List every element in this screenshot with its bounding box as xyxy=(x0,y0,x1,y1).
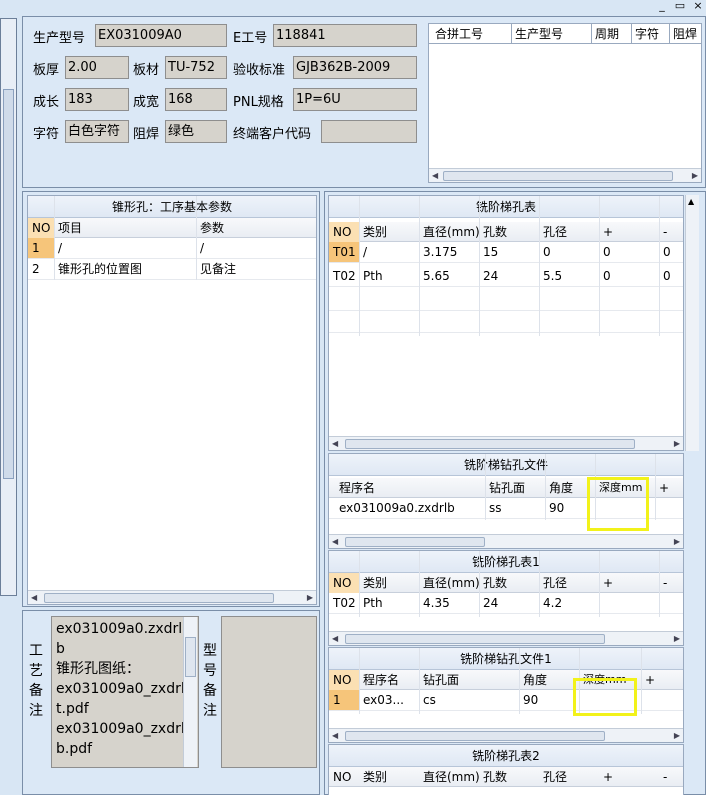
cone-hole-table[interactable]: 锥形孔：工序基本参数 NO 项目 参数 1 / / 2 锥形孔的位置图 见备注 … xyxy=(27,195,317,605)
process-note-label: 工艺备注 xyxy=(29,643,43,719)
col-diameter[interactable]: 直径(mm) xyxy=(419,222,479,242)
minimize-button[interactable]: _ xyxy=(654,0,670,12)
e-no-label: E工号 xyxy=(233,31,268,46)
step-drill-file-title: 铣阶梯钻孔文件 xyxy=(329,454,683,476)
customer-label: 终端客户代码 xyxy=(233,127,312,142)
row-param: 见备注 xyxy=(200,262,237,276)
col-no[interactable]: NO xyxy=(329,222,359,242)
col-solder[interactable]: 阻焊 xyxy=(669,24,701,44)
width-label: 成宽 xyxy=(133,95,160,110)
e-no-field[interactable]: 118841 xyxy=(273,24,417,47)
prod-model-field[interactable]: EX031009A0 xyxy=(95,24,227,47)
length-field[interactable]: 183 xyxy=(65,88,129,111)
table-row[interactable]: 2 锥形孔的位置图 见备注 xyxy=(28,259,316,280)
col-char[interactable]: 字符 xyxy=(631,24,669,44)
close-button[interactable]: × xyxy=(690,0,706,12)
cone-hole-panel: 锥形孔：工序基本参数 NO 项目 参数 1 / / 2 锥形孔的位置图 见备注 … xyxy=(22,191,320,607)
scroll-thumb[interactable] xyxy=(3,89,14,479)
col-hole[interactable]: 孔径 xyxy=(539,222,599,242)
cone-hole-title: 锥形孔：工序基本参数 xyxy=(28,196,316,218)
customer-field[interactable] xyxy=(321,120,417,143)
col-plus[interactable]: + xyxy=(599,222,659,242)
col-item[interactable]: 项目 xyxy=(54,218,196,238)
row-no: 2 xyxy=(32,262,40,276)
restore-button[interactable]: ▭ xyxy=(672,0,688,12)
row-no: 1 xyxy=(28,238,54,258)
pnl-label: PNL规格 xyxy=(233,95,284,110)
step-hole-title: 铣阶梯孔表 xyxy=(329,196,683,218)
col-param[interactable]: 参数 xyxy=(196,218,316,238)
row-param: / xyxy=(200,241,205,255)
col-count[interactable]: 孔数 xyxy=(479,222,539,242)
col-minus[interactable]: - xyxy=(659,222,683,242)
left-vertical-scrollbar[interactable] xyxy=(0,18,17,596)
table-row[interactable]: T02 Pth 5.65 24 5.5 0 0 xyxy=(329,266,683,287)
solder-label: 阻焊 xyxy=(133,127,160,142)
step-drill-file-1-title: 铣阶梯钻孔文件1 xyxy=(329,648,683,670)
step-hole-2-title: 铣阶梯孔表2 xyxy=(329,745,683,767)
step-hole-hscroll[interactable]: ◀ ▶ xyxy=(329,436,683,450)
col-plus[interactable]: + xyxy=(655,478,683,498)
merge-table-header: 合拼工号 生产型号 周期 字符 阻焊 xyxy=(429,24,701,44)
process-note-textarea[interactable]: ex031009a0.zxdrl b 锥形孔图纸： ex031009a0_zxd… xyxy=(51,616,199,768)
model-note-label: 型号备注 xyxy=(203,643,217,719)
top-form-panel: 生产型号 EX031009A0 E工号 118841 板厚 2.00 板材 TU… xyxy=(22,16,706,188)
width-field[interactable]: 168 xyxy=(165,88,227,111)
step-hole-1-title: 铣阶梯孔表1 xyxy=(329,551,683,573)
col-merge-job[interactable]: 合拼工号 xyxy=(431,24,511,44)
col-prod-model[interactable]: 生产型号 xyxy=(511,24,591,44)
table-row[interactable]: T02 Pth 4.35 24 4.2 xyxy=(329,593,683,614)
accept-std-field[interactable]: GJB362B-2009 xyxy=(293,56,417,79)
step-hole-header: NO 类别 直径(mm) 孔数 孔径 + - xyxy=(329,222,683,242)
material-field[interactable]: TU-752 xyxy=(165,56,227,79)
length-label: 成长 xyxy=(33,95,60,110)
material-label: 板材 xyxy=(133,63,160,78)
thickness-label: 板厚 xyxy=(33,63,60,78)
step-hole-1-hscroll[interactable]: ◀ ▶ xyxy=(329,631,683,645)
col-type[interactable]: 类别 xyxy=(359,222,419,242)
step-hole-table[interactable]: 铣阶梯孔表 NO 类别 直径(mm) 孔数 孔径 + - T01 / 3.175… xyxy=(328,195,684,451)
col-period[interactable]: 周期 xyxy=(591,24,631,44)
right-panel: 铣阶梯孔表 NO 类别 直径(mm) 孔数 孔径 + - T01 / 3.175… xyxy=(324,191,706,795)
col-no[interactable]: NO xyxy=(28,218,54,238)
accept-std-label: 验收标准 xyxy=(233,63,286,78)
col-face[interactable]: 钻孔面 xyxy=(485,478,545,498)
cone-hole-header: NO 项目 参数 xyxy=(28,218,316,238)
highlight-depth-box xyxy=(587,477,649,531)
prod-model-label: 生产型号 xyxy=(33,31,86,46)
solder-field[interactable]: 绿色 xyxy=(165,120,227,143)
table-row[interactable]: T01 / 3.175 15 0 0 0 xyxy=(329,242,683,263)
table-row[interactable]: 1 / / xyxy=(28,238,316,259)
row-item: / xyxy=(58,241,63,255)
merge-table-hscroll[interactable]: ◀ ▶ xyxy=(429,168,701,182)
pnl-field[interactable]: 1P=6U xyxy=(293,88,417,111)
highlight-depth-box-2 xyxy=(573,678,637,716)
process-note-panel: 工艺备注 ex031009a0.zxdrl b 锥形孔图纸： ex031009a… xyxy=(22,610,320,795)
process-note-vscroll[interactable] xyxy=(183,617,197,767)
col-program[interactable]: 程序名 xyxy=(335,478,485,498)
row-item: 锥形孔的位置图 xyxy=(58,262,143,276)
step-hole-table-2[interactable]: 铣阶梯孔表2 NO 类别 直径(mm) 孔数 孔径 + - xyxy=(328,744,684,795)
thickness-field[interactable]: 2.00 xyxy=(65,56,129,79)
step-drill-file-1-hscroll[interactable]: ◀ ▶ xyxy=(329,728,683,742)
char-label: 字符 xyxy=(33,127,60,142)
right-vscroll[interactable]: ▲ xyxy=(685,195,699,451)
char-field[interactable]: 白色字符 xyxy=(65,120,129,143)
step-drill-file-hscroll[interactable]: ◀ ▶ xyxy=(329,534,683,548)
model-note-textarea[interactable] xyxy=(221,616,317,768)
cone-hole-hscroll[interactable]: ◀ ▶ xyxy=(28,590,316,604)
step-hole-1-header: NO 类别 直径(mm) 孔数 孔径 + - xyxy=(329,573,683,593)
step-hole-2-header: NO 类别 直径(mm) 孔数 孔径 + - xyxy=(329,767,683,787)
step-hole-table-1[interactable]: 铣阶梯孔表1 NO 类别 直径(mm) 孔数 孔径 + - T02 Pth 4.… xyxy=(328,550,684,646)
merge-job-table[interactable]: 合拼工号 生产型号 周期 字符 阻焊 ◀ ▶ xyxy=(428,23,702,183)
